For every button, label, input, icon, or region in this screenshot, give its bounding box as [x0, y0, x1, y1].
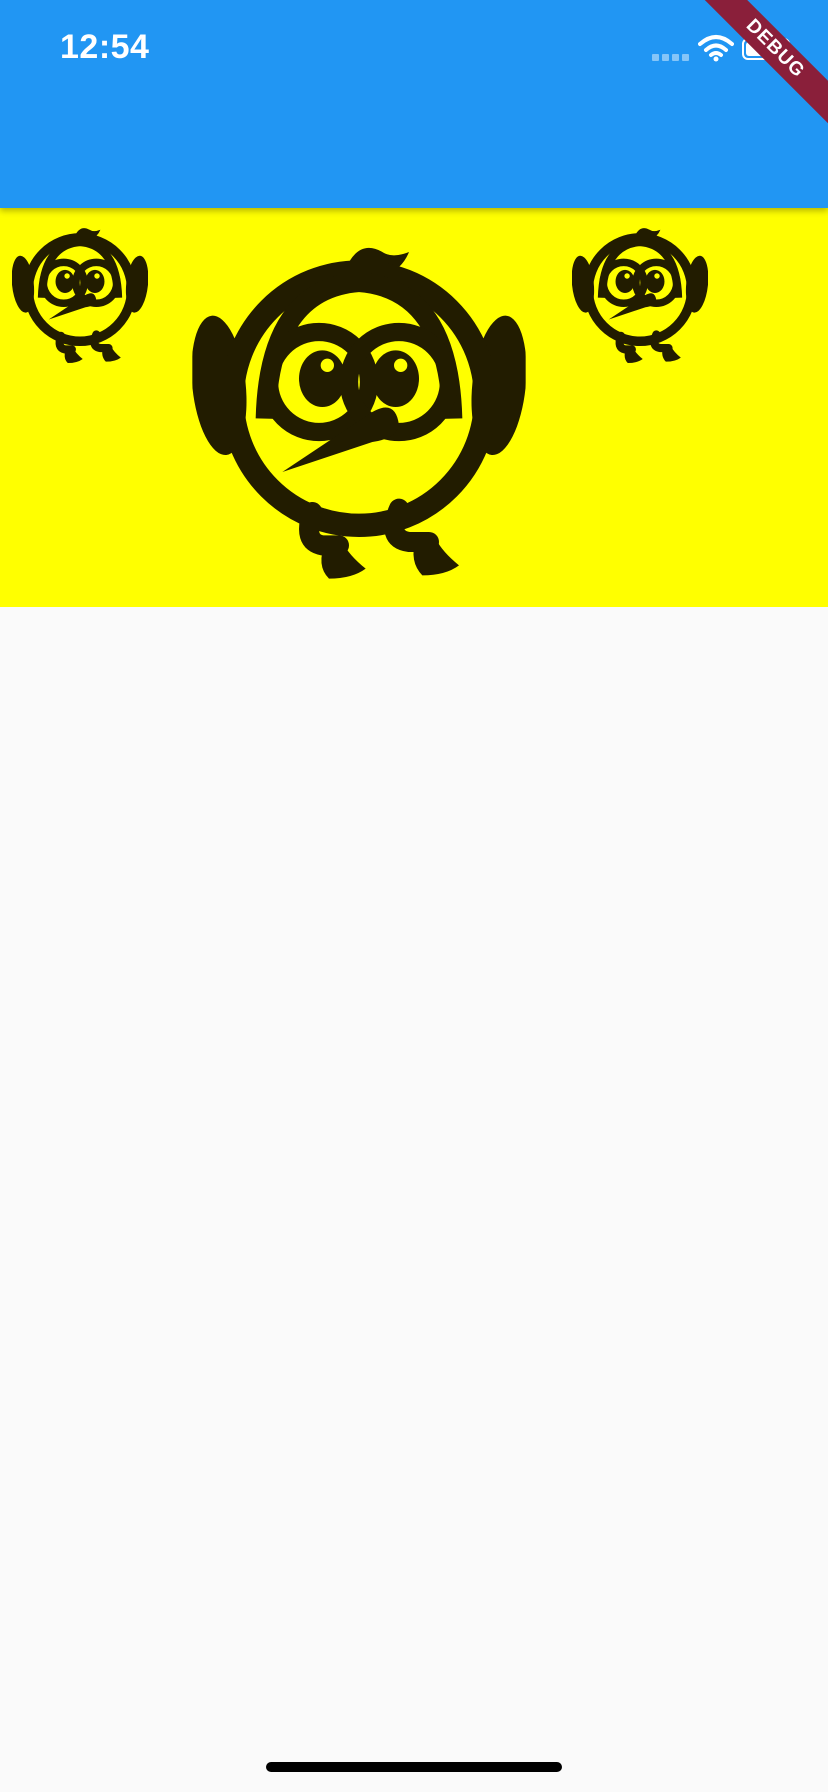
- bird-banner: [0, 208, 828, 607]
- signal-bar: [682, 54, 689, 61]
- bird-mascot-icon: [572, 220, 708, 366]
- bird-mascot-icon: [192, 232, 526, 582]
- app-screen: 12:54 DEBUG: [0, 0, 828, 1792]
- app-bar: 12:54: [0, 0, 828, 208]
- cellular-signal-icon: [652, 54, 689, 61]
- signal-bar: [672, 54, 679, 61]
- bird-mascot-icon: [12, 220, 148, 366]
- wifi-icon: [698, 35, 734, 62]
- status-bar-time: 12:54: [60, 28, 150, 66]
- signal-bar: [662, 54, 669, 61]
- signal-bar: [652, 54, 659, 61]
- home-indicator[interactable]: [266, 1762, 562, 1772]
